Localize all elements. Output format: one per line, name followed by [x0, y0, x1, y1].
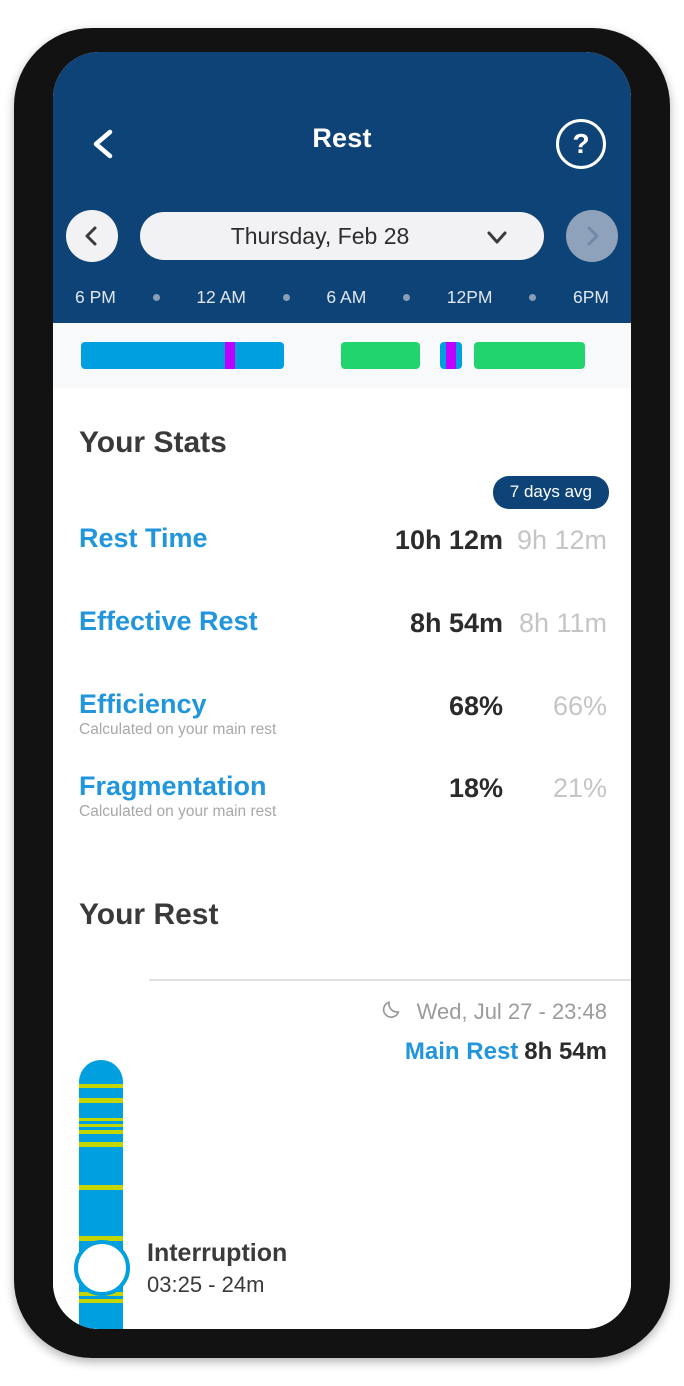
axis-separator-dot — [152, 293, 160, 301]
time-axis: 6 PM 12 AM 6 AM 12PM 6PM — [53, 280, 631, 314]
hypnogram-stripe — [79, 1185, 123, 1190]
date-selector: Thursday, Feb 28 — [53, 210, 631, 266]
stat-sublabel: Calculated on your main rest — [79, 721, 277, 738]
interruption-title: Interruption — [147, 1239, 288, 1267]
interruption-time: 03:25 - 24m — [147, 1272, 265, 1297]
hypnogram-stripe — [79, 1299, 123, 1303]
axis-separator-dot — [529, 293, 537, 301]
rest-timeline-strip[interactable] — [53, 323, 631, 388]
date-picker-pill[interactable]: Thursday, Feb 28 — [140, 212, 544, 260]
next-day-button — [566, 210, 618, 262]
phone-screen: Rest ? Thursday, Feb 28 6 PM 12 AM 6 AM … — [53, 52, 631, 1329]
phone-frame: Rest ? Thursday, Feb 28 6 PM 12 AM 6 AM … — [14, 28, 670, 1358]
stat-average: 21% — [552, 773, 607, 803]
timeline-block — [80, 342, 284, 369]
hypnogram-stripe — [79, 1130, 123, 1134]
stat-label: Efficiency — [79, 689, 207, 719]
stats-section-title: Your Stats — [79, 426, 227, 459]
seven-days-avg-badge: 7 days avg — [492, 476, 609, 509]
app-header: Rest ? Thursday, Feb 28 6 PM 12 AM 6 AM … — [53, 52, 631, 323]
selected-date-label: Thursday, Feb 28 — [230, 222, 410, 249]
axis-tick-label: 6 PM — [75, 286, 116, 307]
axis-separator-dot — [282, 293, 290, 301]
chevron-right-icon — [587, 226, 599, 246]
rest-date-time: Wed, Jul 27 - 23:48 — [381, 997, 607, 1026]
stat-average: 8h 11m — [518, 608, 607, 638]
interruption-marker-icon[interactable] — [74, 1240, 130, 1296]
stat-average: 9h 12m — [516, 525, 607, 555]
timeline-block — [473, 342, 585, 369]
timeline-block — [340, 342, 421, 369]
main-rest-duration: 8h 54m — [524, 1038, 607, 1065]
help-button[interactable]: ? — [556, 119, 606, 169]
axis-tick-label: 6PM — [572, 286, 609, 307]
axis-tick-label: 12PM — [446, 286, 493, 307]
hypnogram-stripe — [79, 1118, 123, 1121]
hypnogram-stripe — [79, 1142, 123, 1147]
moon-icon — [381, 997, 404, 1026]
previous-day-button[interactable] — [66, 210, 118, 262]
stat-label: Rest Time — [79, 523, 208, 553]
hypnogram-stripe — [79, 1084, 123, 1088]
hypnogram-stripe — [79, 1124, 123, 1127]
axis-separator-dot — [403, 293, 411, 301]
stat-label: Effective Rest — [79, 606, 258, 636]
stat-average: 66% — [552, 691, 607, 721]
axis-tick-label: 12 AM — [196, 286, 246, 307]
rest-section-title: Your Rest — [79, 898, 219, 931]
stat-sublabel: Calculated on your main rest — [79, 803, 277, 820]
timeline-interruption-marker — [224, 342, 236, 369]
hypnogram-stripe — [79, 1098, 123, 1103]
chevron-down-icon — [487, 231, 507, 244]
chevron-left-icon — [85, 226, 97, 246]
header-bar: Rest ? — [53, 114, 631, 178]
content-area: Your Stats 7 days avg Rest Time 10h 12m … — [53, 388, 631, 1329]
timeline-block — [439, 342, 462, 369]
section-divider — [149, 979, 631, 981]
rest-date-label: Wed, Jul 27 - 23:48 — [416, 998, 607, 1024]
main-rest-label: Main Rest — [404, 1038, 519, 1065]
stat-label: Fragmentation — [79, 771, 267, 801]
page-title: Rest — [312, 123, 372, 153]
timeline-interruption-marker — [446, 342, 456, 369]
main-rest-summary: Main Rest 8h 54m — [405, 1038, 607, 1066]
axis-tick-label: 6 AM — [326, 286, 367, 307]
